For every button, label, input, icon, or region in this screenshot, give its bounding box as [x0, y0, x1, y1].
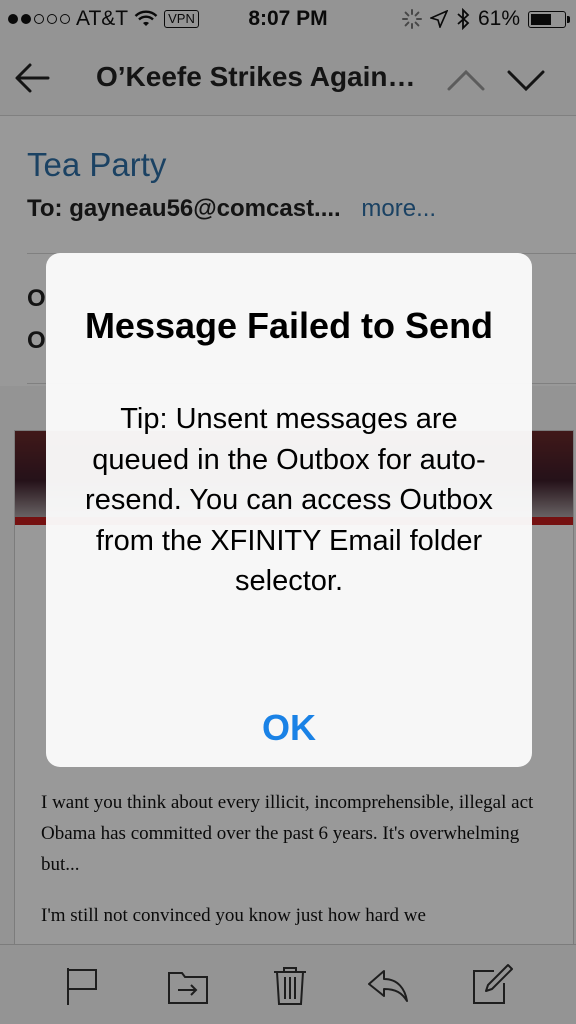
alert-title: Message Failed to Send [84, 305, 494, 346]
alert-dialog: Message Failed to Send Tip: Unsent messa… [46, 253, 532, 767]
alert-message: Tip: Unsent messages are queued in the O… [85, 403, 493, 597]
ok-button[interactable]: OK [46, 693, 532, 763]
